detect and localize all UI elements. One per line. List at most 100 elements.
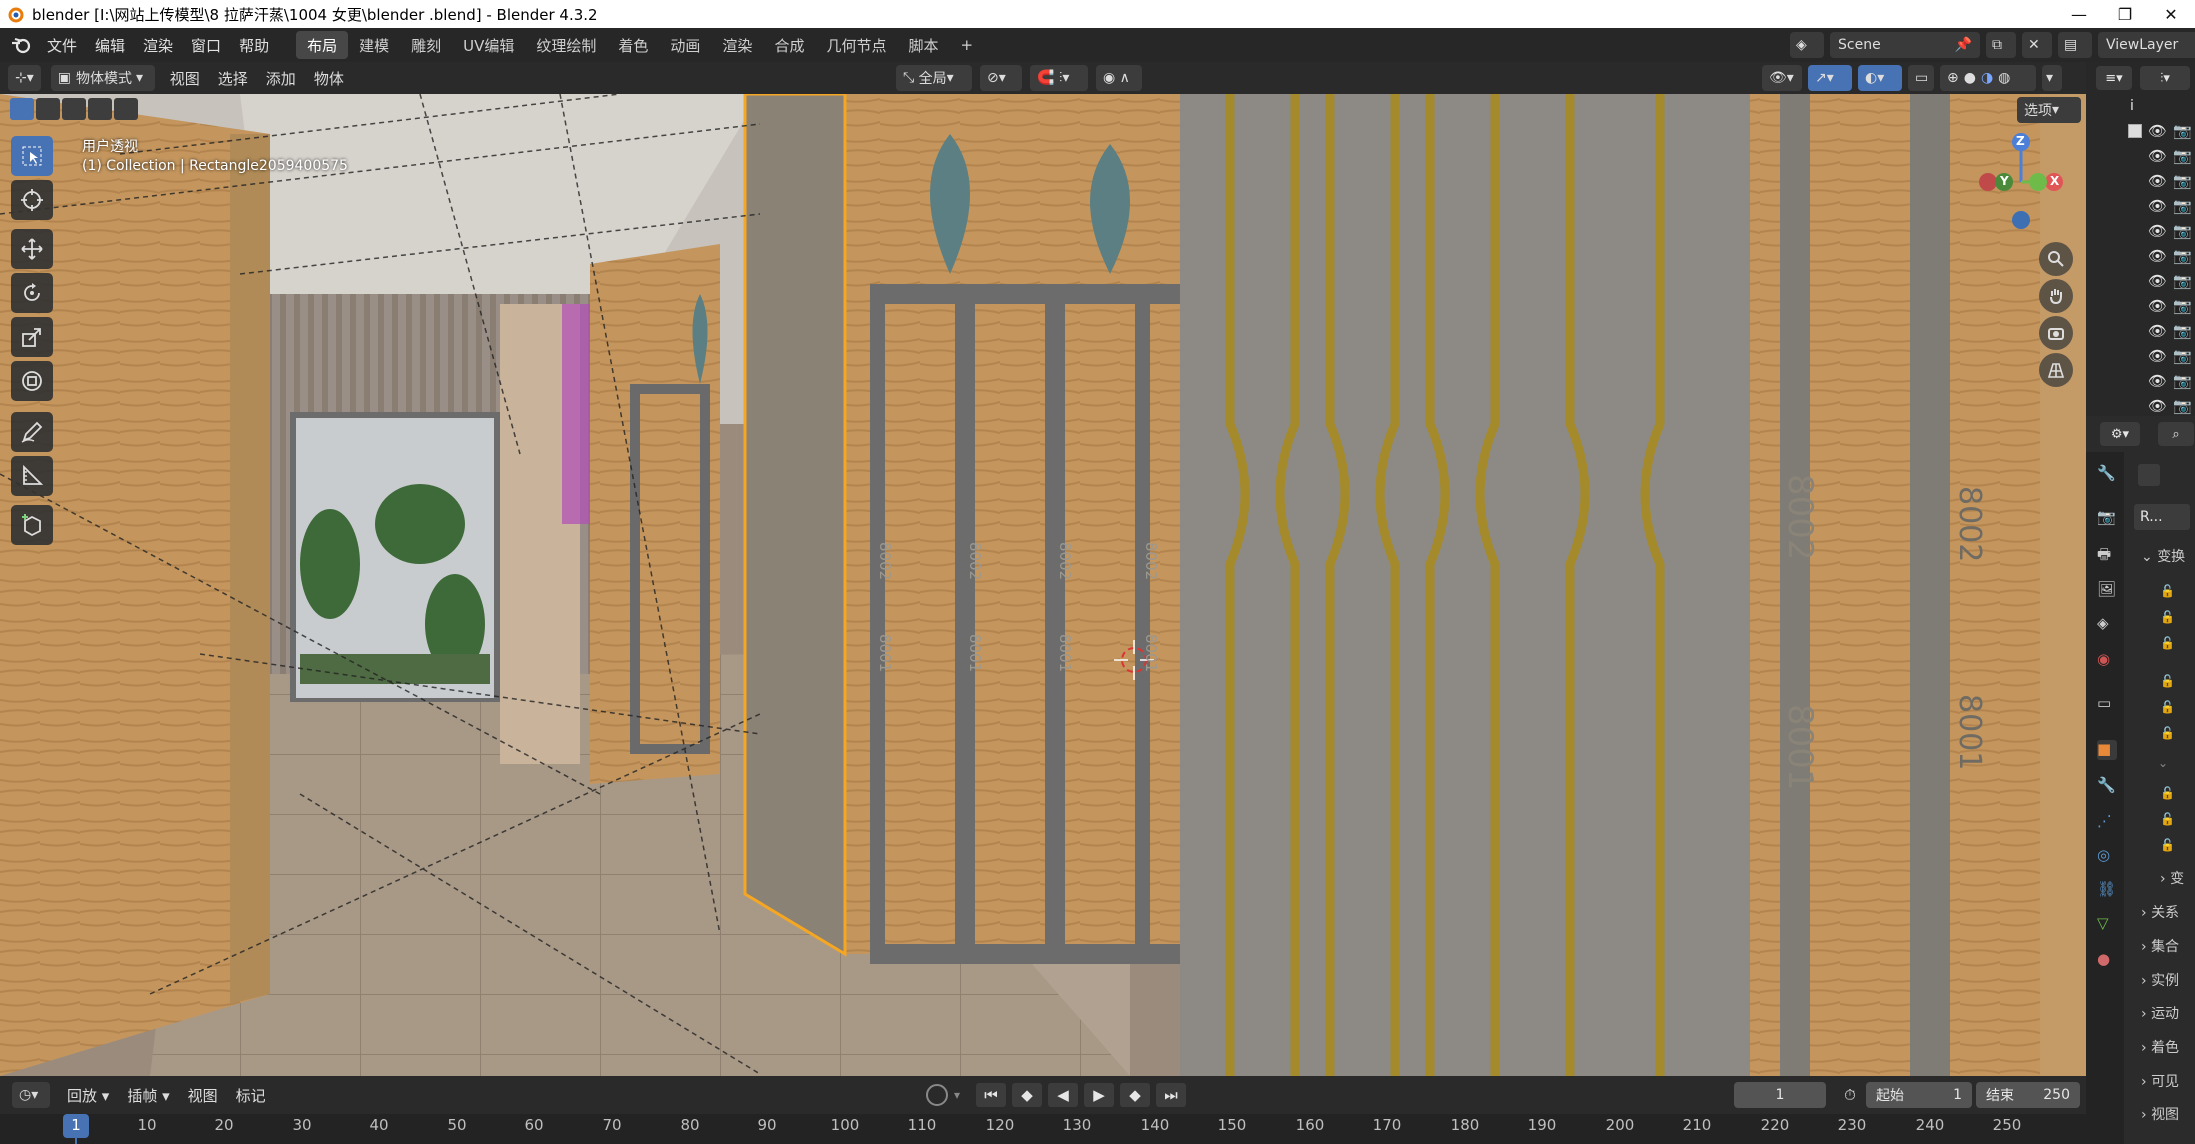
outliner-row[interactable]: 👁 📷 <box>2148 395 2192 417</box>
zoom-icon[interactable] <box>2039 242 2073 276</box>
play-icon[interactable]: ▶ <box>1084 1083 1115 1107</box>
object-name-field[interactable]: R... <box>2134 504 2190 530</box>
jump-end-icon[interactable]: ⏭ <box>1156 1083 1187 1107</box>
tab-animation[interactable]: 动画 <box>659 31 711 59</box>
outliner-row[interactable]: 👁 📷 <box>2148 295 2192 317</box>
outliner-row[interactable]: 👁 📷 <box>2148 370 2192 392</box>
search-icon[interactable]: ⌕ <box>2158 422 2194 446</box>
wireframe-shading-icon[interactable]: ⊕ <box>1947 70 1959 86</box>
mode-dropdown[interactable]: ▣ 物体模式 ▾ <box>50 65 155 91</box>
select-new-icon[interactable] <box>10 98 34 120</box>
relations-section-header[interactable]: › 关系 <box>2141 902 2179 922</box>
eye-icon[interactable]: 👁 <box>2148 397 2167 415</box>
eye-icon[interactable]: 👁 <box>2148 197 2167 215</box>
outliner-row[interactable]: 👁 📷 <box>2148 220 2192 242</box>
solid-shading-icon[interactable]: ● <box>1964 70 1976 86</box>
jump-keyframe-back-icon[interactable]: ◆ <box>1012 1083 1043 1107</box>
new-scene-icon[interactable]: ⧉ <box>1986 32 2016 58</box>
outliner-row[interactable]: 👁 📷 <box>2148 345 2192 367</box>
camera-icon[interactable]: 📷 <box>2173 347 2192 365</box>
tab-modeling[interactable]: 建模 <box>348 31 400 59</box>
minimize-button[interactable]: — <box>2056 0 2102 28</box>
menu-keying[interactable]: 插帧 ▾ <box>118 1085 178 1106</box>
menu-playback[interactable]: 回放 ▾ <box>58 1085 118 1106</box>
pivot-point-icon[interactable]: ⊘▾ <box>980 65 1022 91</box>
select-subtract-icon[interactable] <box>62 98 86 120</box>
snap-icon[interactable]: 🧲 ⫶▾ <box>1030 65 1088 91</box>
close-button[interactable]: ✕ <box>2148 0 2194 28</box>
gizmo-toggle-icon[interactable]: ↗▾ <box>1808 65 1852 91</box>
camera-icon[interactable]: 📷 <box>2173 147 2192 165</box>
eye-icon[interactable]: 👁 <box>2148 247 2167 265</box>
eye-icon[interactable]: 👁 <box>2148 172 2167 190</box>
rotate-tool[interactable] <box>11 273 53 313</box>
motion-paths-section-header[interactable]: › 运动 <box>2141 1003 2179 1023</box>
overlay-toggle-icon[interactable]: ◐▾ <box>1858 65 1902 91</box>
menu-help[interactable]: 帮助 <box>230 31 278 59</box>
measure-tool[interactable] <box>11 456 53 496</box>
material-tab-icon[interactable]: ● <box>2097 950 2117 970</box>
tab-compositing[interactable]: 合成 <box>763 31 815 59</box>
menu-view[interactable]: 视图 <box>161 68 209 89</box>
scene-selector-icon[interactable]: ◈ <box>1790 32 1824 58</box>
menu-render[interactable]: 渲染 <box>134 31 182 59</box>
checkbox-icon[interactable] <box>2128 124 2142 138</box>
camera-icon[interactable]: 📷 <box>2173 222 2192 240</box>
collections-section-header[interactable]: › 集合 <box>2141 936 2179 956</box>
eye-icon[interactable]: 👁 <box>2148 147 2167 165</box>
tab-geometry-nodes[interactable]: 几何节点 <box>815 31 897 59</box>
camera-icon[interactable]: 📷 <box>2173 322 2192 340</box>
shading-section-header[interactable]: › 着色 <box>2141 1037 2179 1057</box>
view-layer-field[interactable]: ViewLayer <box>2098 32 2195 58</box>
editor-type-icon[interactable]: ⊹▾ <box>8 65 41 91</box>
pan-hand-icon[interactable] <box>2039 279 2073 313</box>
world-tab-icon[interactable]: ◉ <box>2097 650 2117 670</box>
eye-icon[interactable]: 👁 <box>2148 122 2167 140</box>
tab-scripting[interactable]: 脚本 <box>897 31 949 59</box>
visibility-section-header[interactable]: › 可见 <box>2141 1071 2179 1091</box>
lock-icon[interactable]: 🔓 <box>2160 812 2175 826</box>
modifier-tab-icon[interactable]: 🔧 <box>2097 776 2117 796</box>
view-layer-icon[interactable]: ▤ <box>2058 32 2092 58</box>
rotation-mode-dropdown[interactable]: ⌄ <box>2158 756 2168 770</box>
lock-icon[interactable]: 🔓 <box>2160 636 2175 650</box>
tab-shading[interactable]: 着色 <box>607 31 659 59</box>
camera-icon[interactable]: 📷 <box>2173 197 2192 215</box>
particles-tab-icon[interactable]: ⋰ <box>2097 812 2117 832</box>
timeline-editor-icon[interactable]: ◷▾ <box>12 1082 50 1108</box>
outliner-row[interactable]: 👁 📷 <box>2148 170 2192 192</box>
eye-icon[interactable]: 👁 <box>2148 322 2167 340</box>
transform-orientation-dropdown[interactable]: ⤡ 全局 ▾ <box>896 65 972 91</box>
menu-add[interactable]: 添加 <box>257 68 305 89</box>
viewport-display-section-header[interactable]: › 视图 <box>2141 1104 2179 1124</box>
eye-icon[interactable]: 👁 <box>2148 222 2167 240</box>
outliner-row[interactable]: 👁 📷 <box>2148 320 2192 342</box>
outliner-row[interactable]: 👁 📷 <box>2148 195 2192 217</box>
view-layer-tab-icon[interactable]: 🖼 <box>2097 580 2117 600</box>
lock-icon[interactable]: 🔓 <box>2160 610 2175 624</box>
scene-tab-icon[interactable]: ◈ <box>2097 614 2117 634</box>
transform-tool[interactable] <box>11 361 53 401</box>
start-frame-field[interactable]: 起始 1 <box>1866 1082 1972 1108</box>
menu-file[interactable]: 文件 <box>38 31 86 59</box>
outliner-row[interactable]: 👁 📷 <box>2148 245 2192 267</box>
lock-icon[interactable]: 🔓 <box>2160 674 2175 688</box>
eye-icon[interactable]: 👁 <box>2148 297 2167 315</box>
move-tool[interactable] <box>11 229 53 269</box>
lock-icon[interactable]: 🔓 <box>2160 700 2175 714</box>
proportional-edit-icon[interactable]: ◉ ∧ <box>1096 65 1142 91</box>
select-intersect-icon[interactable] <box>114 98 138 120</box>
annotate-tool[interactable] <box>11 412 53 452</box>
xray-icon[interactable]: ▭ <box>1908 65 1934 91</box>
scene-field[interactable]: Scene 📌 <box>1830 32 1980 58</box>
output-tab-icon[interactable]: 🖶 <box>2097 544 2117 564</box>
perspective-grid-icon[interactable] <box>2039 353 2073 387</box>
physics-tab-icon[interactable]: ◎ <box>2097 846 2117 866</box>
cursor-tool[interactable] <box>11 180 53 220</box>
tool-tab-icon[interactable]: 🔧 <box>2097 464 2117 484</box>
stopwatch-icon[interactable]: ⏱ <box>1836 1082 1864 1108</box>
camera-icon[interactable]: 📷 <box>2173 397 2192 415</box>
tab-rendering[interactable]: 渲染 <box>711 31 763 59</box>
tab-layout[interactable]: 布局 <box>296 31 349 59</box>
camera-icon[interactable]: 📷 <box>2173 247 2192 265</box>
